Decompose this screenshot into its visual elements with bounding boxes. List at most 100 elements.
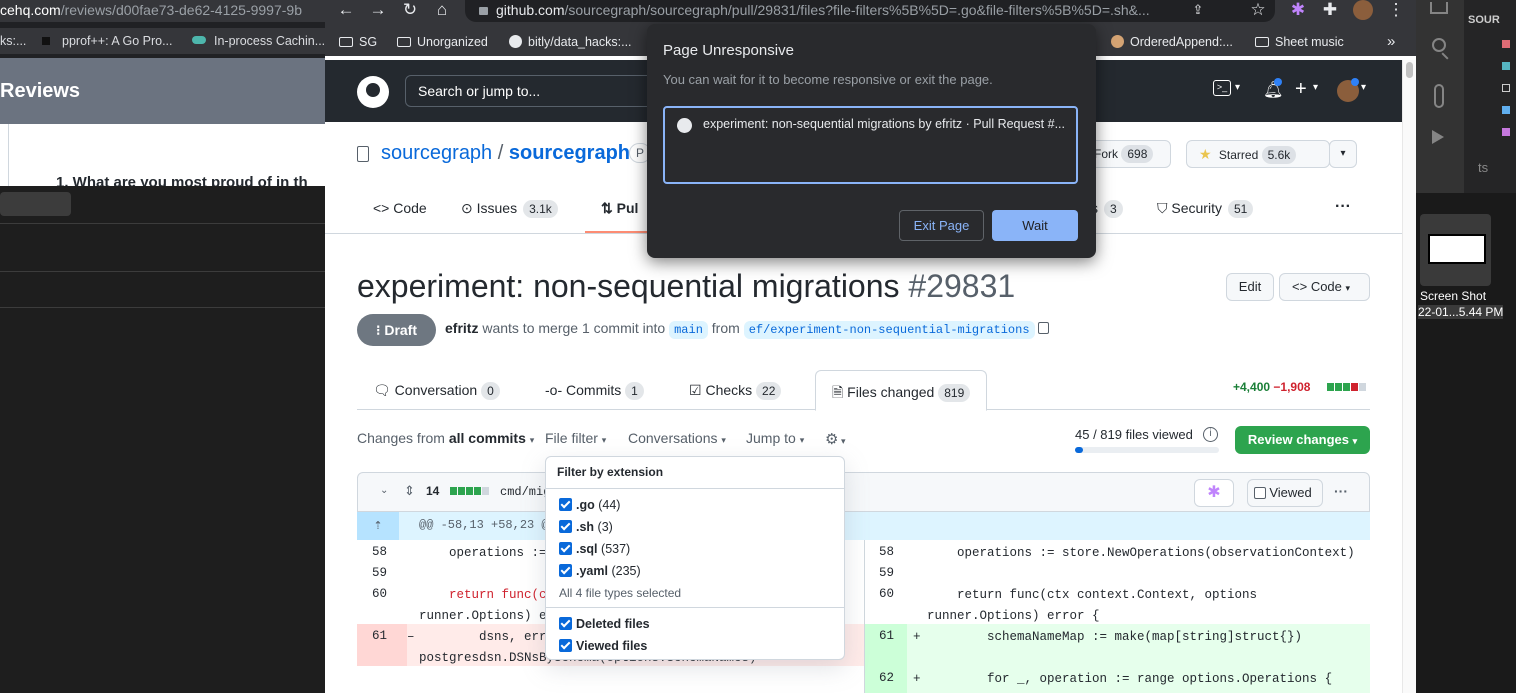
forward-icon[interactable]: →	[367, 0, 389, 22]
dialog-subtitle: You can wait for it to become responsive…	[663, 72, 993, 87]
repo-name-link[interactable]: sourcegraph	[509, 142, 630, 164]
source-control-icon[interactable]	[1434, 84, 1444, 108]
tab-pull-requests[interactable]: ⇅ Pul	[601, 200, 638, 217]
line-number[interactable]: 62	[879, 671, 894, 685]
deleted-files-checkbox[interactable]	[559, 617, 572, 630]
line-number[interactable]: 58	[879, 545, 894, 559]
pr-author-link[interactable]: efritz	[445, 320, 478, 336]
more-bookmarks-icon[interactable]: »	[1387, 28, 1395, 56]
filter-yaml-checkbox[interactable]	[559, 564, 572, 577]
background-url-bar[interactable]: cehq.com/reviews/d00fae73-de62-4125-9997…	[0, 0, 325, 22]
files-icon[interactable]	[1430, 2, 1448, 14]
base-branch[interactable]: main	[669, 321, 708, 339]
extensions-icon[interactable]: ✚	[1319, 0, 1341, 22]
filter-go-label[interactable]: .go (44)	[576, 498, 620, 512]
starred-button[interactable]: ★ Starred 5.6k	[1186, 140, 1330, 168]
bookmark-item[interactable]: In-process Cachin...	[214, 28, 325, 54]
unresponsive-page-list[interactable]: experiment: non-sequential migrations by…	[663, 106, 1078, 184]
code-dropdown-button[interactable]: <> Code ▾	[1279, 273, 1370, 301]
tab-label: Issues	[476, 200, 518, 216]
reload-icon[interactable]: ↻	[399, 0, 421, 22]
bookmark-item[interactable]: pprof++: A Go Pro...	[62, 28, 173, 54]
filter-go-checkbox[interactable]	[559, 498, 572, 511]
review-changes-button[interactable]: Review changes ▾	[1235, 426, 1370, 454]
line-number[interactable]: 61	[372, 629, 387, 643]
line-number[interactable]: 61	[879, 629, 894, 643]
line-number[interactable]: 58	[372, 545, 387, 559]
wait-button[interactable]: Wait	[992, 210, 1078, 241]
profile-avatar[interactable]	[1353, 0, 1373, 20]
copy-icon[interactable]	[1038, 322, 1050, 334]
viewed-checkbox[interactable]: Viewed	[1247, 479, 1323, 507]
share-icon[interactable]: ⇪	[1187, 0, 1209, 22]
command-palette-icon[interactable]: >_	[1213, 80, 1231, 96]
diff-settings-gear-icon[interactable]: ⚙ ▾	[825, 430, 845, 448]
deletions-count: −1,908	[1273, 380, 1311, 394]
bookmark-favicon-icon	[192, 36, 206, 44]
changes-from-dropdown[interactable]: Changes from all commits ▾	[357, 430, 534, 446]
page-scrollbar[interactable]	[1402, 60, 1416, 693]
filter-sh-label[interactable]: .sh (3)	[576, 520, 613, 534]
site-favicon-icon	[1111, 35, 1124, 48]
jump-to-dropdown[interactable]: Jump to ▾	[746, 430, 804, 446]
tab-files-changed[interactable]: 🗎 Files changed 819	[815, 370, 988, 411]
edit-title-button[interactable]: Edit	[1226, 273, 1274, 301]
more-tabs-icon[interactable]: ···	[1335, 198, 1351, 216]
code-label: Code	[1310, 279, 1342, 294]
search-icon[interactable]	[1432, 38, 1446, 52]
address-bar[interactable]: github.com/sourcegraph/sourcegraph/pull/…	[465, 0, 1275, 22]
star-list-chevron-icon[interactable]: ▾	[1329, 140, 1357, 168]
bookmark-star-icon[interactable]: ☆	[1247, 0, 1269, 22]
bookmark-data-hacks[interactable]: bitly/data_hacks:...	[509, 28, 632, 56]
chevron-down-icon: ▾	[1235, 82, 1241, 93]
line-number[interactable]: 60	[879, 587, 894, 601]
create-new-icon[interactable]: +	[1295, 78, 1307, 101]
bookmark-label: OrderedAppend:...	[1130, 35, 1233, 49]
bookmark-sheet-music[interactable]: Sheet music	[1255, 28, 1344, 56]
conversations-dropdown[interactable]: Conversations ▾	[628, 430, 726, 446]
info-icon[interactable]: i	[1203, 427, 1218, 442]
tab-conversation[interactable]: 🗨︎ Conversation 0	[373, 382, 500, 400]
tab-checks[interactable]: ☑︎ Checks 22	[689, 382, 782, 400]
tab-commits[interactable]: -o- Commits 1	[545, 382, 644, 400]
tab-security[interactable]: ⛉ Security 51	[1157, 200, 1254, 218]
run-debug-icon[interactable]	[1432, 130, 1444, 144]
line-number[interactable]: 60	[372, 587, 387, 601]
extension-sourcegraph-icon[interactable]: ✱	[1287, 0, 1309, 22]
repo-owner-link[interactable]: sourcegraph	[381, 142, 492, 164]
bookmark-unorganized[interactable]: Unorganized	[397, 28, 488, 56]
exit-page-button[interactable]: Exit Page	[899, 210, 984, 241]
line-number[interactable]: 59	[879, 566, 894, 580]
scrollbar-thumb[interactable]	[1406, 62, 1413, 78]
head-branch[interactable]: ef/experiment-non-sequential-migrations	[743, 321, 1035, 339]
deleted-files-label[interactable]: Deleted files	[576, 617, 650, 631]
expand-all-icon[interactable]: ⇕	[404, 483, 415, 499]
viewed-files-checkbox[interactable]	[559, 639, 572, 652]
tab-code[interactable]: <> Code	[373, 200, 427, 216]
line-number[interactable]: 59	[372, 566, 387, 580]
dark-panel	[0, 186, 325, 693]
back-icon[interactable]: ←	[335, 0, 357, 22]
expand-up-icon[interactable]: ⇡	[357, 512, 399, 540]
sourcegraph-extension-icon[interactable]: ✱	[1194, 479, 1234, 507]
github-logo-icon[interactable]	[357, 76, 389, 108]
file-path-link[interactable]: cmd/mig	[500, 485, 550, 499]
filter-sh-checkbox[interactable]	[559, 520, 572, 533]
home-icon[interactable]: ⌂	[431, 0, 453, 22]
filter-sql-label[interactable]: .sql (537)	[576, 542, 630, 556]
bookmark-item[interactable]: ks:...	[0, 28, 26, 54]
bookmark-sg[interactable]: SG	[339, 28, 377, 56]
collapse-chevron-icon[interactable]: ⌄	[380, 485, 388, 496]
file-menu-icon[interactable]: ···	[1334, 483, 1348, 499]
kebab-menu-icon[interactable]: ⋮	[1385, 0, 1407, 22]
viewed-files-label[interactable]: Viewed files	[576, 639, 647, 653]
dark-input[interactable]	[0, 192, 71, 216]
bookmark-orderedappend[interactable]: OrderedAppend:...	[1111, 28, 1233, 56]
filter-yaml-label[interactable]: .yaml (235)	[576, 564, 641, 578]
screenshot-thumbnail[interactable]	[1420, 214, 1491, 286]
chevron-down-icon: ▾	[799, 435, 805, 445]
filter-sql-checkbox[interactable]	[559, 542, 572, 555]
github-search-input[interactable]: Search or jump to...	[405, 75, 655, 107]
tab-issues[interactable]: ⊙ Issues 3.1k	[461, 200, 558, 218]
file-filter-dropdown[interactable]: File filter ▾	[545, 430, 606, 446]
